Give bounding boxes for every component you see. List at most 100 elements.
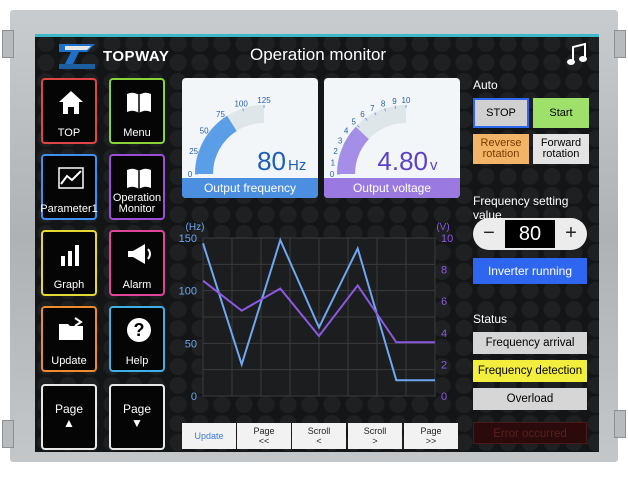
home-icon (59, 91, 83, 114)
y-right-tick-label: 4 (441, 328, 447, 340)
frequency-stepper: − 80 + (473, 218, 587, 250)
nav-button-operation-monitor[interactable]: Operation Monitor (109, 154, 165, 220)
gauge-tick-label: 0 (330, 170, 335, 178)
bottom-button-4[interactable]: Page >> (404, 423, 458, 449)
nav-button-label: Alarm (122, 279, 152, 291)
y-right-axis-label: (V) (436, 222, 449, 233)
arrow-down-icon: ▼ (131, 416, 143, 430)
output-voltage-gauge: 0 1 2 3 4 5 6 7 8 9 10 4.80 v Output voltage (324, 78, 460, 198)
gauge-tick-label: 4 (344, 127, 349, 136)
bottom-button-1[interactable]: Page << (237, 423, 291, 449)
nav-button-graph[interactable]: Graph (41, 230, 97, 296)
nav-button-label: Update (51, 355, 87, 367)
nav-button-menu[interactable]: Menu (109, 78, 165, 144)
page-up-button[interactable]: Page ▲ (41, 384, 97, 450)
gauge-tick-label: 6 (360, 110, 365, 119)
gauge-tick-label: 50 (200, 127, 209, 136)
y-right-tick-label: 8 (441, 265, 447, 277)
gauge-tick-label: 125 (257, 96, 271, 105)
megaphone-icon (128, 244, 151, 264)
line-chart-icon (58, 167, 84, 189)
reverse-rotation-button[interactable]: Reverse rotation (473, 134, 529, 164)
frequency-value[interactable]: 80 (505, 220, 555, 248)
mount-tab (614, 410, 626, 438)
nav-button-alarm[interactable]: Alarm (109, 230, 165, 296)
nav-button-label: Parameter1 (40, 203, 98, 215)
gauge-tick-label: 0 (188, 170, 193, 178)
stop-button[interactable]: STOP (473, 98, 529, 128)
status-label: Status (473, 312, 508, 326)
status-frequency-arrival: Frequency arrival (473, 332, 587, 354)
arrow-up-icon: ▲ (63, 416, 75, 430)
book-icon (127, 92, 151, 113)
nav-button-label: Graph (53, 279, 85, 291)
y-left-axis-label: (Hz) (186, 222, 205, 233)
y-right-tick-label: 0 (441, 391, 447, 403)
page-down-button[interactable]: Page ▼ (109, 384, 165, 450)
inverter-running-button[interactable]: Inverter running (473, 258, 587, 284)
svg-text:?: ? (134, 320, 145, 340)
gauge-tick-label: 3 (338, 136, 343, 145)
book-icon (127, 168, 151, 189)
output-frequency-gauge: 0 25 50 75 100 125 80 Hz Output frequency (182, 78, 318, 198)
nav-button-top[interactable]: TOP (41, 78, 97, 144)
brand-name: TOPWAY (103, 48, 170, 65)
status-error-occurred: Error occurred (473, 422, 587, 444)
nav-button-parameter1[interactable]: Parameter1 (40, 154, 98, 220)
gauge-dial: 0 25 50 75 100 125 80 Hz (188, 96, 307, 178)
gauge-tick-label: 10 (402, 96, 411, 105)
y-left-tick-label: 0 (191, 391, 197, 403)
mount-tab (2, 30, 14, 58)
nav-button-label: Operation Monitor (112, 192, 162, 215)
gauge-tick-label: 8 (381, 100, 386, 109)
nav-button-label: Help (125, 355, 149, 367)
header-accent-line (35, 34, 599, 37)
mount-tab (614, 30, 626, 58)
gauge-fill-arc (337, 126, 370, 175)
gauge-unit: v (430, 157, 438, 174)
gauge-tick-label: 1 (331, 158, 336, 167)
y-left-tick-label: 150 (179, 233, 197, 245)
y-left-tick-label: 50 (185, 338, 197, 350)
bottom-button-0[interactable]: Update (182, 423, 236, 449)
gauge-tick-label: 9 (392, 97, 397, 106)
frequency-voltage-chart: 0 50 100 150 0 2 4 6 8 10 (Hz) (V) (179, 222, 454, 403)
gauge-tick-label: 5 (351, 118, 356, 127)
gauge-tick-label: 25 (189, 147, 198, 156)
gauge-dial: 0 1 234567 8 9 10 4.80 v (330, 96, 438, 178)
gauge-tick-label: 7 (370, 104, 375, 113)
y-right-tick-label: 10 (441, 233, 453, 245)
bar-chart-icon (61, 245, 79, 266)
nav-button-help[interactable]: ? Help (109, 306, 165, 372)
bottom-button-3[interactable]: Scroll > (348, 423, 402, 449)
gauge-tick-label: 100 (234, 100, 248, 109)
gauge-value: 80 (257, 146, 286, 176)
status-overload: Overload (473, 388, 587, 410)
gauge-caption: Output voltage (324, 178, 460, 198)
page-up-label: Page (54, 402, 84, 416)
nav-button-label: Menu (123, 127, 151, 139)
music-note-icon[interactable] (567, 42, 589, 68)
decrement-button[interactable]: − (475, 218, 503, 250)
gauge-value: 4.80 (377, 146, 428, 176)
gauge-tick-label: 75 (216, 110, 225, 119)
forward-rotation-button[interactable]: Forward rotation (533, 134, 589, 164)
auto-label: Auto (473, 78, 498, 92)
nav-button-update[interactable]: Update (41, 306, 97, 372)
nav-button-label: TOP (57, 127, 81, 139)
increment-button[interactable]: + (557, 218, 585, 250)
y-right-tick-label: 6 (441, 296, 447, 308)
y-left-tick-label: 100 (179, 286, 197, 298)
y-right-tick-label: 2 (441, 359, 447, 371)
bottom-button-2[interactable]: Scroll < (292, 423, 346, 449)
folder-icon (59, 317, 83, 340)
question-icon: ? (127, 318, 151, 342)
gauge-caption: Output frequency (182, 178, 318, 198)
status-frequency-detection: Frequency detection (473, 360, 587, 382)
hmi-screen: TOPWAY Operation monitor TOP Menu Paramete… (35, 34, 599, 452)
gauge-tick-label: 2 (333, 147, 338, 156)
mount-tab (2, 420, 14, 448)
start-button[interactable]: Start (533, 98, 589, 128)
topway-logo-icon (59, 44, 95, 69)
gauge-unit: Hz (288, 157, 306, 174)
